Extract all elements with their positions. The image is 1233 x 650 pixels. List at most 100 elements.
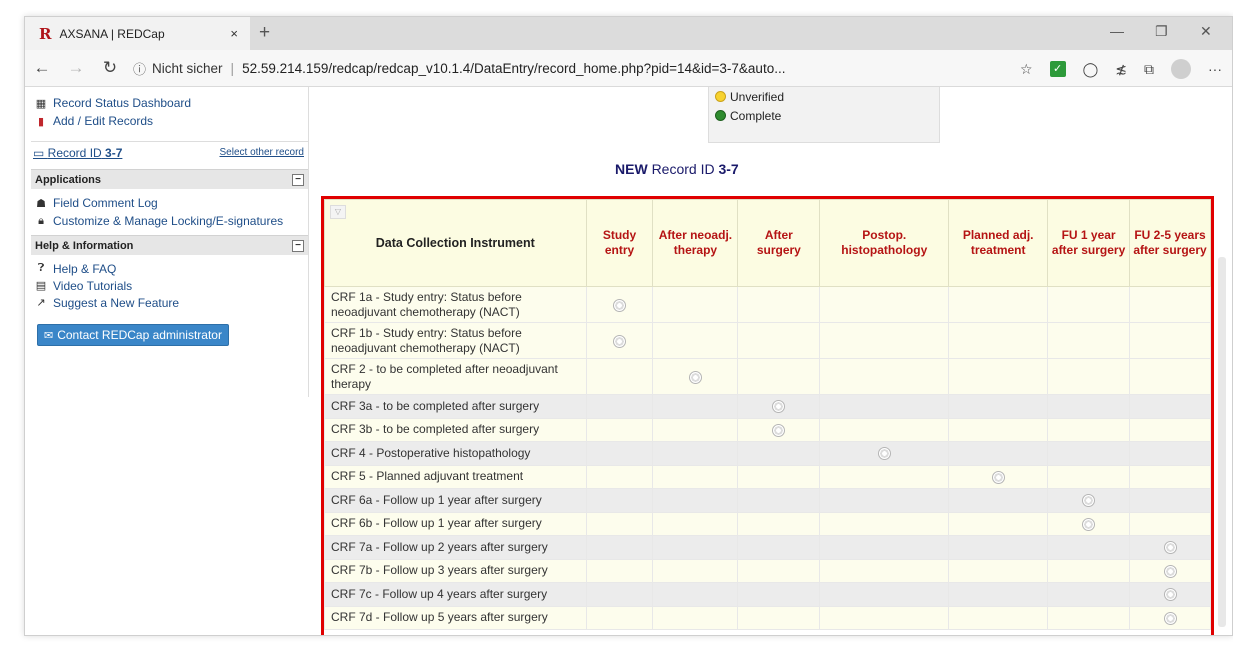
instrument-name: CRF 7d - Follow up 5 years after surgery — [324, 605, 587, 630]
event-cell — [1047, 535, 1131, 560]
grid-header-row: ▽ Data Collection Instrument Study entry… — [324, 199, 1211, 287]
envelope-icon: ✉ — [44, 329, 54, 342]
green-status-icon — [715, 110, 726, 121]
table-row: CRF 1a - Study entry: Status before neoa… — [324, 286, 1211, 323]
more-menu-icon[interactable]: ··· — [1208, 61, 1222, 77]
event-cell — [819, 464, 950, 489]
event-cell — [737, 286, 821, 323]
event-cell — [652, 558, 739, 583]
sidebar-item-label: Add / Edit Records — [53, 114, 154, 128]
insecure-label: Nicht sicher — [152, 60, 223, 76]
extension-circle-icon[interactable]: ◯ — [1083, 61, 1099, 78]
profile-avatar[interactable] — [1171, 59, 1191, 79]
restore-icon[interactable]: ❐ — [1155, 23, 1168, 40]
event-cell — [737, 441, 821, 466]
event-cell — [948, 394, 1049, 419]
incomplete-status-icon[interactable] — [877, 447, 891, 461]
status-legend: Unverified Complete — [708, 87, 940, 143]
current-record-link[interactable]: ▭ Record ID 3-7 — [33, 146, 122, 160]
reload-button[interactable]: ↻ — [93, 58, 127, 78]
event-cell — [652, 358, 739, 395]
table-row: CRF 7c - Follow up 4 years after surgery — [324, 582, 1211, 607]
favorites-list-icon[interactable]: ≴ — [1115, 61, 1127, 78]
incomplete-status-icon[interactable] — [688, 370, 702, 384]
sidebar-item-record-status-dashboard[interactable]: ▦ Record Status Dashboard — [31, 94, 308, 112]
incomplete-status-icon[interactable] — [1082, 494, 1096, 508]
back-button[interactable]: ← — [25, 58, 59, 78]
forward-button[interactable]: → — [59, 58, 93, 78]
favorite-star-icon[interactable]: ☆ — [1020, 61, 1033, 78]
address-bar[interactable]: ⓘ Nicht sicher | 52.59.214.159/redcap/re… — [133, 59, 893, 78]
tab-close-icon[interactable]: × — [230, 26, 238, 41]
collapse-help-button[interactable]: − — [292, 239, 304, 252]
instrument-name: CRF 7a - Follow up 2 years after surgery — [324, 535, 587, 560]
instrument-name: CRF 1b - Study entry: Status before neoa… — [324, 322, 587, 359]
sidebar-item-label: Suggest a New Feature — [53, 295, 180, 310]
toolbar-icons: ☆ ✓ ◯ ≴ ⧉ ··· — [1020, 59, 1222, 79]
sidebar-item-suggest-feature[interactable]: ↗ Suggest a New Feature — [31, 294, 308, 311]
close-window-icon[interactable]: ✕ — [1200, 23, 1212, 40]
incomplete-status-icon[interactable] — [1082, 517, 1096, 531]
sidebar-item-help-faq[interactable]: ❓︎ Help & FAQ — [31, 260, 308, 277]
collapse-applications-button[interactable]: − — [292, 173, 304, 186]
select-other-record-link[interactable]: Select other record — [220, 147, 305, 158]
event-cell — [737, 358, 821, 395]
browser-tab[interactable]: R AXSANA | REDCap × — [25, 17, 250, 50]
event-cell — [948, 464, 1049, 489]
instrument-name: CRF 7c - Follow up 4 years after surgery — [324, 582, 587, 607]
collections-icon[interactable]: ⧉ — [1144, 61, 1154, 78]
incomplete-status-icon[interactable] — [613, 298, 627, 312]
info-icon[interactable]: ⓘ — [133, 59, 146, 78]
incomplete-status-icon[interactable] — [613, 334, 627, 348]
incomplete-status-icon[interactable] — [772, 400, 786, 414]
table-row: CRF 5 - Planned adjuvant treatment — [324, 464, 1211, 489]
table-row: CRF 6b - Follow up 1 year after surgery — [324, 511, 1211, 536]
event-cell — [1129, 358, 1211, 395]
event-cell — [948, 488, 1049, 513]
extension-check-icon[interactable]: ✓ — [1049, 61, 1066, 77]
event-cell — [737, 558, 821, 583]
sidebar-item-field-comment-log[interactable]: ☗ Field Comment Log — [31, 194, 308, 212]
event-cell — [1129, 511, 1211, 536]
table-row: CRF 7a - Follow up 2 years after surgery — [324, 535, 1211, 560]
incomplete-status-icon[interactable] — [1163, 611, 1177, 625]
event-cell — [737, 511, 821, 536]
event-cell — [1047, 358, 1131, 395]
sidebar-item-video-tutorials[interactable]: ▤ Video Tutorials — [31, 277, 308, 294]
table-row: CRF 6a - Follow up 1 year after surgery — [324, 488, 1211, 513]
event-column-header: After surgery — [737, 199, 821, 287]
event-cell — [948, 441, 1049, 466]
page-scrollbar[interactable] — [1218, 257, 1226, 627]
event-cell — [1129, 322, 1211, 359]
sidebar-item-add-edit-records[interactable]: ▮ Add / Edit Records — [31, 112, 308, 130]
new-tab-button[interactable]: + — [259, 22, 270, 44]
event-cell — [948, 535, 1049, 560]
incomplete-status-icon[interactable] — [1163, 541, 1177, 555]
event-cell — [737, 464, 821, 489]
sidebar-item-label: Field Comment Log — [53, 196, 158, 210]
sidebar-item-locking[interactable]: 🔒︎ Customize & Manage Locking/E-signatur… — [31, 212, 308, 230]
event-cell — [737, 605, 821, 630]
event-cell — [652, 394, 739, 419]
event-cell — [1129, 417, 1211, 442]
minimize-icon[interactable]: — — [1110, 23, 1124, 39]
sidebar: ▦ Record Status Dashboard ▮ Add / Edit R… — [31, 87, 309, 397]
contact-admin-button[interactable]: ✉ Contact REDCap administrator — [37, 324, 229, 346]
incomplete-status-icon[interactable] — [991, 470, 1005, 484]
table-row: CRF 3a - to be completed after surgery — [324, 394, 1211, 419]
event-column-header: Study entry — [585, 199, 654, 287]
incomplete-status-icon[interactable] — [772, 423, 786, 437]
sidebar-item-label: Customize & Manage Locking/E-signatures — [53, 214, 284, 228]
event-column-header: FU 1 year after surgery — [1047, 199, 1131, 287]
incomplete-status-icon[interactable] — [1163, 564, 1177, 578]
event-cell — [652, 535, 739, 560]
table-row: CRF 2 - to be completed after neoadjuvan… — [324, 358, 1211, 395]
event-cell — [1047, 582, 1131, 607]
collapse-grid-icon[interactable]: ▽ — [330, 205, 346, 219]
incomplete-status-icon[interactable] — [1163, 588, 1177, 602]
event-cell — [1129, 394, 1211, 419]
event-cell — [585, 558, 654, 583]
event-cell — [1129, 488, 1211, 513]
record-title-label: Record ID — [651, 161, 715, 177]
event-cell — [652, 605, 739, 630]
